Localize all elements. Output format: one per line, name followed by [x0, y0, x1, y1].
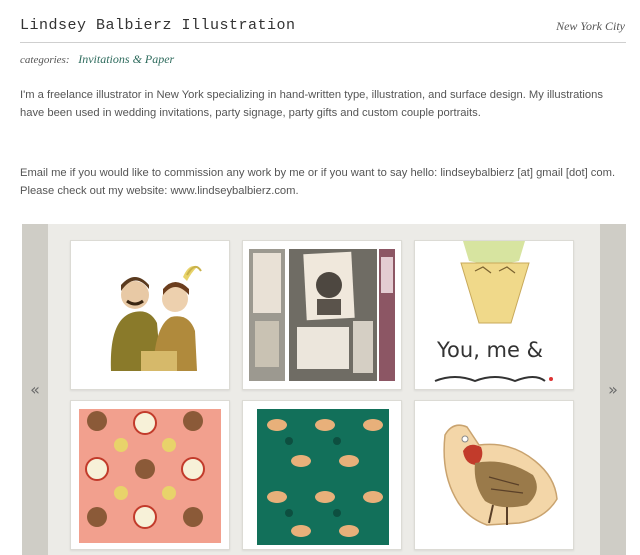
couple-portrait-image: [71, 241, 229, 389]
bio-text: I'm a freelance illustrator in New York …: [20, 89, 603, 119]
site-header: Lindsey Balbierz Illustration New York C…: [20, 10, 626, 43]
categories-row: categories: Invitations & Paper: [20, 52, 174, 67]
animal-pattern-image: [71, 401, 229, 549]
gallery-next-button[interactable]: »: [600, 224, 626, 555]
gallery-thumb-invitations[interactable]: [242, 240, 402, 390]
gallery-carousel: « » You, me &: [22, 224, 626, 555]
category-link-invitations[interactable]: Invitations & Paper: [78, 52, 174, 66]
prev-arrow-icon: «: [30, 380, 40, 399]
invitations-image: [243, 241, 401, 389]
cone-caption-text: You, me &: [436, 338, 543, 362]
gallery-prev-button[interactable]: «: [22, 224, 48, 555]
fox-pattern-image: [243, 401, 401, 549]
contact-text: Email me if you would like to commission…: [20, 167, 616, 197]
categories-label: categories:: [20, 54, 70, 66]
gallery-thumb-ice-cream[interactable]: You, me &: [414, 240, 574, 390]
gallery-thumb-fox-pattern[interactable]: [242, 400, 402, 550]
ice-cream-image: You, me &: [415, 241, 573, 389]
gallery-thumb-couple-portrait[interactable]: [70, 240, 230, 390]
gallery-thumb-animal-pattern[interactable]: [70, 400, 230, 550]
gallery-thumb-bird-ornament[interactable]: [414, 400, 574, 550]
bird-ornament-image: [415, 401, 573, 549]
next-arrow-icon: »: [608, 380, 618, 399]
site-title[interactable]: Lindsey Balbierz Illustration: [20, 17, 296, 34]
location-label: New York City: [556, 19, 625, 33]
